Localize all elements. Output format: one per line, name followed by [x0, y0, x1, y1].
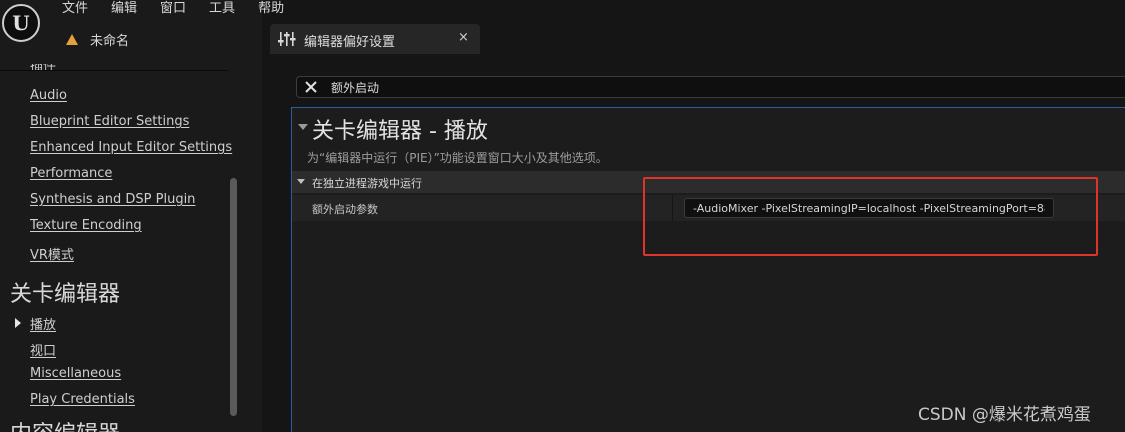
subcategory-collapse-icon[interactable]: [297, 179, 305, 184]
sidebar-item-play[interactable]: 播放: [30, 314, 56, 333]
category-collapse-icon[interactable]: [298, 124, 308, 130]
settings-sliders-icon: [278, 32, 296, 46]
sidebar-scrollbar[interactable]: [230, 178, 237, 416]
project-warning-icon: [66, 34, 78, 45]
unreal-logo-icon[interactable]: U: [2, 4, 40, 42]
subcategory-title: 在独立进程游戏中运行: [312, 177, 422, 190]
menu-window[interactable]: 窗口: [160, 0, 186, 18]
sidebar-item-audio[interactable]: Audio: [30, 88, 67, 103]
sidebar-item-blueprint-editor-settings[interactable]: Blueprint Editor Settings: [30, 114, 189, 129]
tab-title: 编辑器偏好设置: [304, 35, 396, 50]
search-bar: [296, 76, 1125, 98]
sidebar-item-enhanced-input-editor-settings[interactable]: Enhanced Input Editor Settings: [30, 140, 232, 155]
divider: [0, 70, 228, 71]
section-title-content-editor: 内容编辑器: [10, 422, 170, 432]
category-description: 为“编辑器中运行（PIE）”功能设置窗口大小及其他选项。: [307, 151, 608, 165]
sidebar-item-synthesis-dsp[interactable]: Synthesis and DSP Plugin: [30, 192, 195, 207]
sidebar-item-miscellaneous[interactable]: Miscellaneous: [30, 366, 121, 381]
sidebar-item-play-credentials[interactable]: Play Credentials: [30, 392, 135, 407]
tab-editor-preferences[interactable]: 编辑器偏好设置 ×: [270, 24, 480, 54]
sidebar-item-texture-encoding[interactable]: Texture Encoding: [30, 218, 142, 233]
sidebar-item-viewport[interactable]: 视口: [30, 340, 56, 359]
category-title: 关卡编辑器 - 播放: [312, 119, 488, 144]
menu-file[interactable]: 文件: [62, 0, 88, 18]
menu-edit[interactable]: 编辑: [111, 0, 137, 18]
annotation-highlight-box: [643, 177, 1098, 256]
project-indicator[interactable]: 未命名: [66, 30, 129, 49]
sidebar-item-performance[interactable]: Performance: [30, 166, 112, 181]
menu-tools[interactable]: 工具: [209, 0, 235, 18]
watermark: CSDN @爆米花煮鸡蛋: [918, 405, 1091, 425]
menu-help[interactable]: 帮助: [258, 0, 284, 18]
menu-bar: 文件 编辑 窗口 工具 帮助: [62, 0, 307, 18]
selected-arrow-icon: [15, 318, 21, 328]
property-label: 额外启动参数: [312, 203, 378, 216]
search-input[interactable]: [331, 79, 1031, 95]
tab-close-icon[interactable]: ×: [458, 30, 469, 45]
section-title-level-editor: 关卡编辑器: [10, 282, 121, 307]
clear-search-icon[interactable]: [303, 79, 319, 95]
sidebar-item-vr-mode[interactable]: VR模式: [30, 244, 74, 263]
project-name: 未命名: [90, 34, 130, 49]
